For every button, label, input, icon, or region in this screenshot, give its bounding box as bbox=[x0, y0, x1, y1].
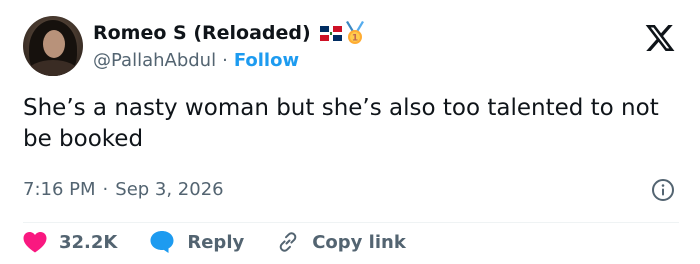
like-count: 32.2K bbox=[59, 231, 118, 253]
tweet-time[interactable]: 7:16 PM bbox=[23, 179, 96, 200]
copy-link-button[interactable]: Copy link bbox=[276, 230, 406, 254]
dominican-republic-flag-icon bbox=[319, 25, 342, 41]
avatar-face bbox=[43, 30, 65, 58]
x-logo-icon[interactable] bbox=[643, 22, 677, 54]
follow-button[interactable]: Follow bbox=[234, 50, 299, 71]
author-handle[interactable]: @PallahAbdul bbox=[93, 50, 216, 71]
divider bbox=[23, 222, 679, 223]
tweet-date[interactable]: Sep 3, 2026 bbox=[115, 179, 223, 200]
tweet-text: She’s a nasty woman but she’s also too t… bbox=[23, 95, 659, 152]
first-place-medal-icon: 1 bbox=[345, 21, 364, 44]
author-name-row: Romeo S (Reloaded) 1 bbox=[93, 20, 364, 46]
author-handle-row: @PallahAbdul · Follow bbox=[93, 48, 299, 72]
copy-link-label: Copy link bbox=[312, 231, 406, 253]
reply-button[interactable]: Reply bbox=[149, 230, 244, 254]
reply-label: Reply bbox=[187, 231, 245, 253]
author-display-name[interactable]: Romeo S (Reloaded) bbox=[93, 22, 311, 44]
info-icon[interactable] bbox=[651, 178, 675, 202]
like-button[interactable]: 32.2K bbox=[23, 231, 117, 253]
link-icon bbox=[279, 232, 297, 252]
reply-bubble-icon bbox=[150, 231, 174, 253]
meta-separator: · bbox=[102, 178, 109, 200]
tweet-card: Romeo S (Reloaded) 1 @PallahAbdul · Foll… bbox=[0, 0, 700, 264]
avatar[interactable] bbox=[23, 16, 83, 76]
handle-separator: · bbox=[222, 49, 228, 71]
svg-text:1: 1 bbox=[352, 34, 358, 44]
tweet-timestamp: 7:16 PM · Sep 3, 2026 bbox=[23, 176, 224, 202]
heart-icon bbox=[23, 232, 47, 253]
action-bar: 32.2K Reply Copy link bbox=[23, 229, 438, 255]
